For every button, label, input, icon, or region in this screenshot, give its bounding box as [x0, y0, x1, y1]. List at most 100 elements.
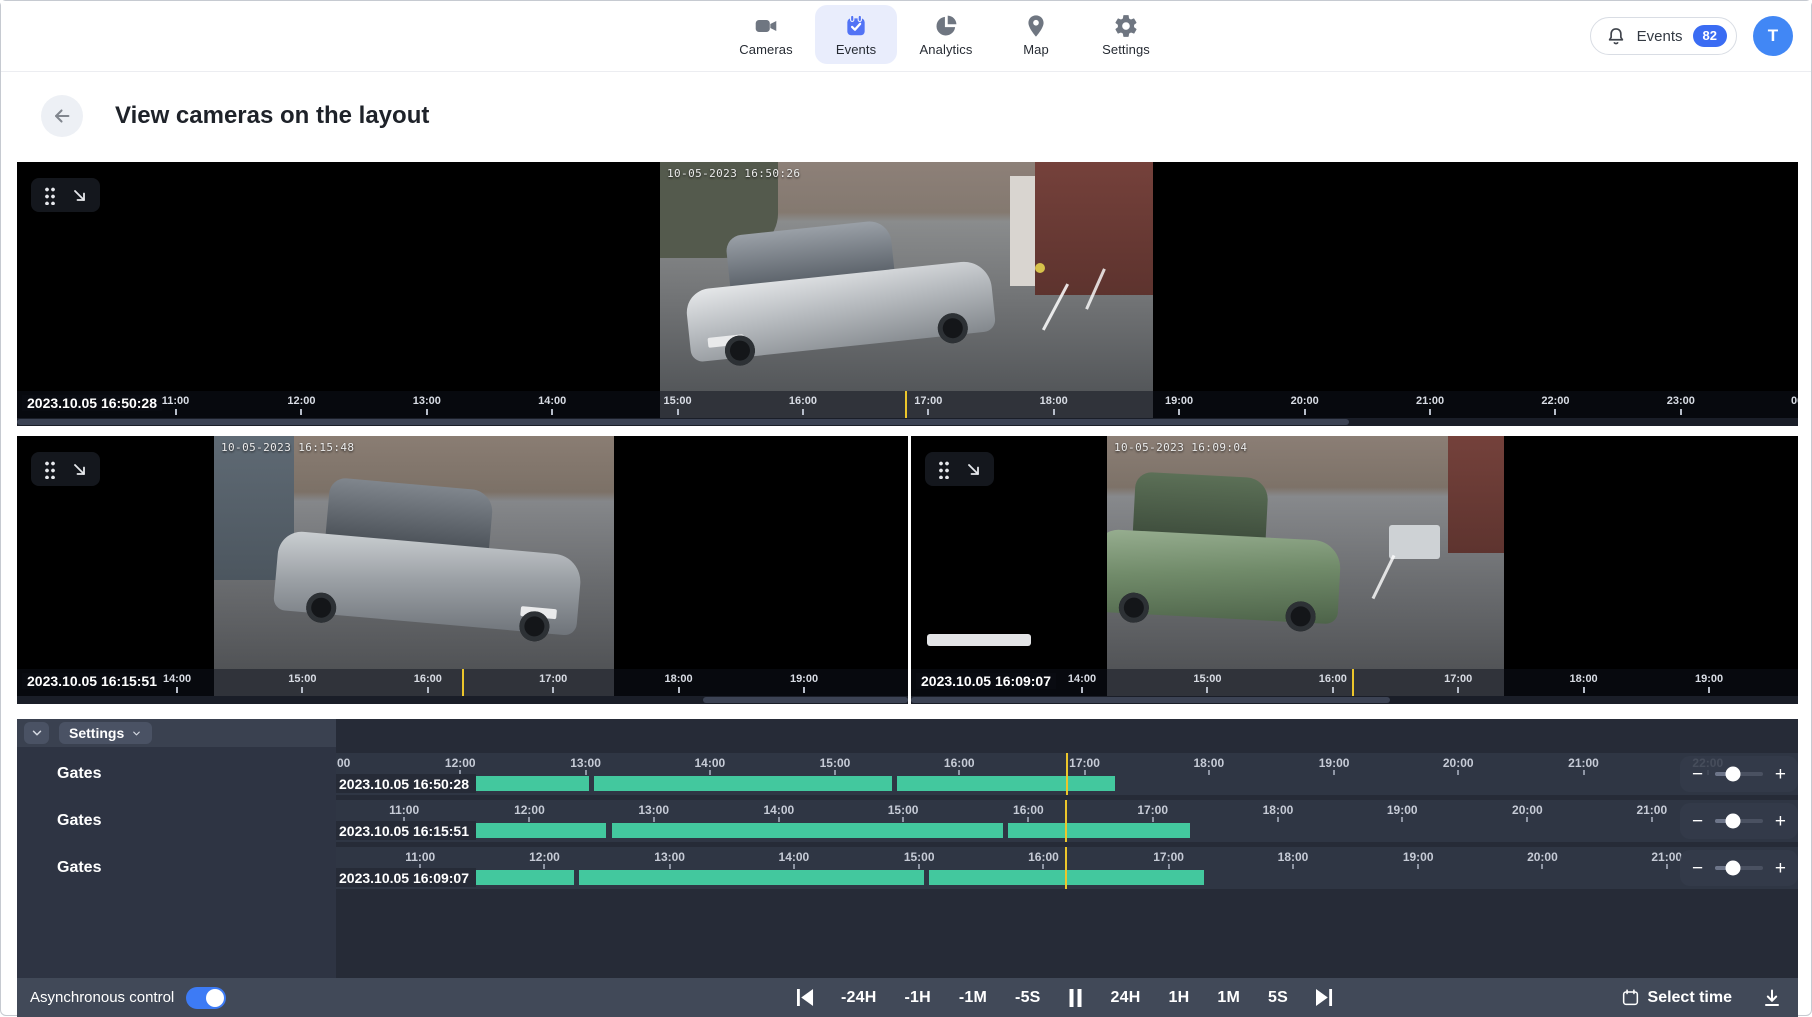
jump-back-5s-button[interactable]: -5S [1004, 985, 1052, 1011]
playhead[interactable] [462, 669, 464, 696]
scene-bollard [1035, 263, 1045, 273]
timeline-strip[interactable]: 14:0015:0016:0017:0018:0019:00 2023.10.0… [17, 669, 908, 696]
recorded-segment[interactable] [612, 823, 1003, 838]
video-still: 10-05-2023 16:15:48 [214, 436, 614, 669]
scene-garage-door [1448, 436, 1504, 553]
jump-fwd-1h-button[interactable]: 1H [1158, 985, 1201, 1011]
recorded-segment[interactable] [579, 870, 923, 885]
jump-back-1h-button[interactable]: -1H [894, 985, 942, 1011]
zoom-slider-knob[interactable] [1726, 814, 1741, 829]
hour-label: 21:00 [1636, 803, 1667, 817]
car-gray [272, 470, 588, 645]
playhead[interactable] [1066, 753, 1068, 795]
timeline-strip[interactable]: 11:0012:0013:0014:0015:0016:0017:0018:00… [17, 391, 1798, 418]
hour-label: 17:00 [539, 673, 567, 685]
nav-item-cameras[interactable]: Cameras [725, 5, 807, 64]
user-avatar[interactable]: T [1753, 16, 1793, 56]
camera-tile-2[interactable]: 10-05-2023 16:15:48 14:0015:0016:0017:00… [17, 436, 908, 704]
drag-handle-icon[interactable] [937, 459, 949, 479]
video-frame[interactable]: 10-05-2023 16:09:04 [911, 436, 1798, 669]
hour-label: 19:00 [1319, 756, 1350, 770]
pause-button[interactable] [1058, 985, 1094, 1011]
zoom-out-button[interactable]: − [1690, 765, 1705, 784]
timeline-row-1[interactable]: 11:0012:0013:0014:0015:0016:0017:0018:00… [336, 753, 1798, 795]
main-nav: Cameras Events Analytics Map Settings [725, 5, 1167, 64]
hour-label: 14:00 [538, 395, 566, 407]
collapse-panel-button[interactable] [24, 722, 49, 744]
camera-tile-1[interactable]: 10-05-2023 16:50:26 11:0012:0013:0014:00… [17, 162, 1798, 426]
notifications-events-button[interactable]: Events 82 [1590, 17, 1737, 55]
zoom-in-button[interactable]: + [1773, 812, 1788, 831]
playhead[interactable] [1065, 847, 1067, 889]
timeline-row-3[interactable]: 11:0012:0013:0014:0015:0016:0017:0018:00… [336, 847, 1798, 889]
jump-fwd-1m-button[interactable]: 1M [1206, 985, 1251, 1011]
zoom-slider-knob[interactable] [1726, 767, 1741, 782]
nav-item-map[interactable]: Map [995, 5, 1077, 64]
expand-icon[interactable] [71, 187, 88, 204]
nav-item-settings[interactable]: Settings [1085, 5, 1167, 64]
playhead[interactable] [1065, 800, 1067, 842]
scrollbar-thumb[interactable] [703, 697, 908, 703]
hour-label: 22:00 [1541, 395, 1569, 407]
recorded-segment[interactable] [929, 870, 1205, 885]
drag-handle-icon[interactable] [43, 459, 55, 479]
hour-tick [1042, 864, 1044, 869]
drag-handle-icon[interactable] [43, 185, 55, 205]
hour-tick [927, 409, 929, 415]
recorded-segment[interactable] [457, 776, 589, 791]
hour-tick [1084, 770, 1086, 775]
playhead[interactable] [1352, 669, 1354, 696]
back-button[interactable] [41, 95, 83, 137]
expand-icon[interactable] [71, 461, 88, 478]
playhead-timestamp: 2023.10.05 16:15:51 [22, 673, 162, 689]
zoom-out-button[interactable]: − [1690, 859, 1705, 878]
hour-tick [1178, 409, 1180, 415]
nav-item-events[interactable]: Events [815, 5, 897, 64]
hour-tick [918, 864, 920, 869]
skip-to-start-button[interactable] [785, 985, 824, 1010]
hour-label: 17:00 [1069, 756, 1100, 770]
download-button[interactable] [1762, 988, 1782, 1008]
video-frame[interactable]: 10-05-2023 16:15:48 [17, 436, 908, 669]
playhead[interactable] [905, 391, 907, 418]
zoom-in-button[interactable]: + [1773, 765, 1788, 784]
zoom-out-button[interactable]: − [1690, 812, 1705, 831]
zoom-slider-knob[interactable] [1726, 861, 1741, 876]
zoom-slider[interactable] [1715, 772, 1763, 776]
recorded-segment[interactable] [594, 776, 892, 791]
timeline-row-2[interactable]: 11:0012:0013:0014:0015:0016:0017:0018:00… [336, 800, 1798, 842]
zoom-slider[interactable] [1715, 866, 1763, 870]
nav-item-analytics[interactable]: Analytics [905, 5, 987, 64]
async-control-toggle[interactable] [186, 987, 226, 1009]
hour-label: 15:00 [1193, 673, 1221, 685]
select-time-button[interactable]: Select time [1615, 987, 1738, 1008]
camera-tile-3[interactable]: 10-05-2023 16:09:04 14:0015:0016:0017:00… [911, 436, 1798, 704]
video-frame[interactable]: 10-05-2023 16:50:26 [17, 162, 1798, 391]
hour-label: 18:00 [1040, 395, 1068, 407]
camera-list-item[interactable]: Gates [57, 859, 101, 877]
camera-list-item[interactable]: Gates [57, 812, 101, 830]
scrollbar-thumb[interactable] [911, 697, 1390, 703]
arrow-left-icon [51, 105, 73, 127]
recorded-segment[interactable] [1008, 823, 1190, 838]
skip-to-end-button[interactable] [1305, 985, 1344, 1010]
jump-fwd-24h-button[interactable]: 24H [1100, 985, 1152, 1011]
hour-label: 13:00 [638, 803, 669, 817]
recorded-segment[interactable] [897, 776, 1116, 791]
settings-dropdown-button[interactable]: Settings [59, 722, 152, 744]
zoom-slider[interactable] [1715, 819, 1763, 823]
expand-icon[interactable] [965, 461, 982, 478]
timeline-scrollbar[interactable] [911, 696, 1798, 704]
jump-fwd-5s-button[interactable]: 5S [1257, 985, 1299, 1011]
hour-label: 18:00 [664, 673, 692, 685]
recorded-segment[interactable] [457, 823, 606, 838]
scrollbar-thumb[interactable] [17, 419, 1349, 425]
hour-tick [1332, 687, 1334, 693]
zoom-in-button[interactable]: + [1773, 859, 1788, 878]
timeline-scrollbar[interactable] [17, 696, 908, 704]
timeline-scrollbar[interactable] [17, 418, 1798, 426]
jump-back-24h-button[interactable]: -24H [830, 985, 887, 1011]
timeline-strip[interactable]: 14:0015:0016:0017:0018:0019:00 2023.10.0… [911, 669, 1798, 696]
jump-back-1m-button[interactable]: -1M [948, 985, 998, 1011]
camera-list-item[interactable]: Gates [57, 765, 101, 783]
